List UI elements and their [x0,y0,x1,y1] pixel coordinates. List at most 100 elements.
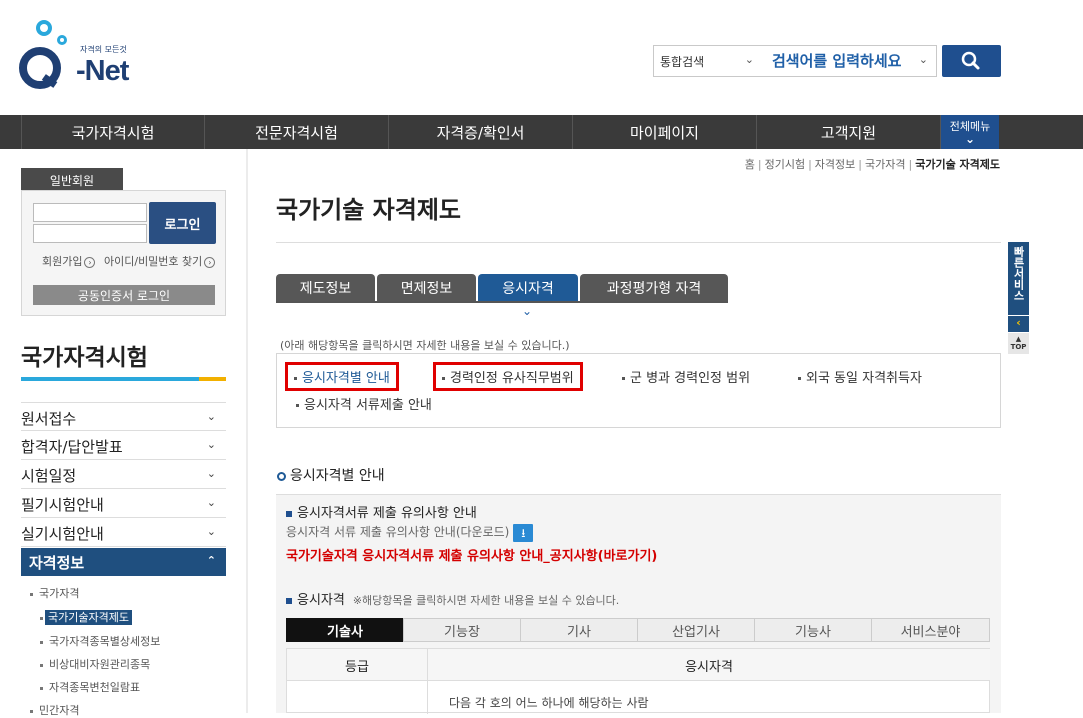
logo-text: -Net [76,55,129,87]
gnb-item-support[interactable]: 고객지원 [757,115,941,149]
breadcrumb-current: 국가기술 자격제도 [915,158,1000,171]
signup-link[interactable]: 회원가입 › [42,253,96,269]
signup-label: 회원가입 [42,255,83,268]
sub-item-detail-info[interactable]: 국가자격종목별상세정보 [40,633,160,649]
sub-item-emergency[interactable]: 비상대비자원관리종목 [40,656,150,672]
click-hint: (아래 해당항목을 클릭하시면 자세한 내용을 보실 수 있습니다.) [280,339,570,352]
link-foreign-qualification[interactable]: 외국 동일 자격취득자 [798,367,922,386]
sidebar-item-application[interactable]: 원서접수 ⌄ [21,402,226,431]
find-account-link[interactable]: 아이디/비밀번호 찾기 › [104,253,216,269]
notice-shortcut-link[interactable]: 국가기술자격 응시자격서류 제출 유의사항 안내_공지사항(바로가기) [286,545,657,564]
download-icon[interactable]: ⭳ [513,523,534,542]
sub-item-national[interactable]: 국가자격 [30,585,79,601]
chevron-down-icon[interactable]: ⌄ [919,53,928,66]
cert-login-button[interactable]: 공동인증서 로그인 [33,285,215,305]
breadcrumb: 홈 | 정기시험 | 자격정보 | 국가자격 | 국가기술 자격제도 [744,158,1000,171]
tab-engineer[interactable]: 기사 [520,618,638,642]
search-icon [961,51,980,70]
grade-tabs: 기술사 기능장 기사 산업기사 기능사 서비스분야 [286,618,990,642]
tab-course-evaluation[interactable]: 과정평가형 자격 [580,274,728,302]
search-input[interactable]: 검색어를 입력하세요 [766,46,934,76]
breadcrumb-home[interactable]: 홈 [745,158,755,171]
square-bullet-icon [286,510,292,517]
login-button[interactable]: 로그인 [149,202,216,244]
link-label: 응시자격 서류제출 안내 [304,398,432,413]
qnet-logo[interactable]: 자격의 모든것 -Net [18,16,133,90]
sidebar-item-qualification-info[interactable]: 자격정보 ⌃ [21,548,226,576]
search-box: 통합검색 ⌄ 검색어를 입력하세요 ⌄ [653,45,937,77]
qualification-note: ※해당항목을 클릭하시면 자세한 내용을 보실 수 있습니다. [352,594,620,607]
global-nav: 국가자격시험 전문자격시험 자격증/확인서 마이페이지 고객지원 전체메뉴 ⌄ [0,115,1083,149]
sidebar-item-label: 합격자/답안발표 [21,438,123,456]
page-title: 국가기술 자격제도 [276,196,461,224]
scroll-top-button[interactable]: ▲ TOP [1008,333,1029,354]
breadcrumb-item[interactable]: 자격정보 [815,158,855,171]
sub-item-technical-system[interactable]: 국가기술자격제도 [40,609,132,625]
sidebar-item-label: 자격정보 [29,554,85,572]
sub-item-label: 국가기술자격제도 [45,610,132,625]
user-id-field[interactable] [33,203,147,222]
tab-master-craftsman[interactable]: 기능장 [403,618,521,642]
breadcrumb-item[interactable]: 정기시험 [765,158,805,171]
table-header-grade: 등급 [287,649,428,681]
link-military-career[interactable]: 군 병과 경력인정 범위 [622,367,750,386]
chevron-left-icon[interactable]: ‹ [1008,315,1029,332]
section-title-label: 응시자격별 안내 [290,468,385,484]
sidebar-item-label: 시험일정 [21,467,77,485]
notice-title: 응시자격서류 제출 유의사항 안내 [286,502,477,521]
notice-download-label: 응시자격 서류 제출 유의사항 안내(다운로드) [286,525,510,539]
password-field[interactable] [33,224,147,243]
table-header-eligibility: 응시자격 [428,649,990,681]
gnb-item-certificate[interactable]: 자격증/확인서 [389,115,573,149]
tab-craftsman[interactable]: 기능사 [754,618,872,642]
chevron-right-icon: › [84,256,96,268]
tab-underline [276,301,728,303]
circle-bullet-icon [277,471,286,481]
sub-item-history[interactable]: 자격종목변천일람표 [40,679,140,695]
gnb-item-professional-exam[interactable]: 전문자격시험 [205,115,389,149]
qualification-header: 응시자격 ※해당항목을 클릭하시면 자세한 내용을 보실 수 있습니다. [286,589,619,608]
title-divider [276,242,1001,243]
gnb-item-national-exam[interactable]: 국가자격시험 [21,115,205,149]
quick-link-box: 응시자격별 안내 경력인정 유사직무범위 군 병과 경력인정 범위 외국 동일 … [276,353,1001,428]
link-eligibility-guide[interactable]: 응시자격별 안내 [285,362,399,391]
quick-service-bar: 빠른서비스 ‹ ▲ TOP [1008,242,1029,354]
chevron-down-icon: ⌄ [522,304,533,318]
sub-item-private[interactable]: 민간자격 [30,702,79,718]
link-label: 군 병과 경력인정 범위 [630,371,751,386]
tab-professional-engineer[interactable]: 기술사 [286,618,404,642]
table-cell-grade [287,681,428,714]
sidebar-title-bar [21,377,226,381]
link-label: 응시자격별 안내 [302,371,390,386]
sidebar-item-results[interactable]: 합격자/답안발표 ⌄ [21,431,226,460]
chevron-down-icon: ⌄ [206,438,216,451]
quick-service-button[interactable]: 빠른서비스 [1008,242,1029,315]
search-type-select[interactable]: 통합검색 ⌄ [654,46,762,76]
sidebar-item-written-exam[interactable]: 필기시험안내 ⌄ [21,489,226,518]
link-document-submission[interactable]: 응시자격 서류제출 안내 [296,394,432,413]
search-button[interactable] [942,45,1001,77]
quick-service-label: 빠른서비스 [1012,246,1025,301]
chevron-down-icon: ⌄ [206,496,216,509]
tab-exemption-info[interactable]: 면제정보 [377,274,476,302]
notice-download-link[interactable]: 응시자격 서류 제출 유의사항 안내(다운로드) ⭳ [286,523,534,542]
gnb-item-mypage[interactable]: 마이페이지 [573,115,757,149]
tab-service-field[interactable]: 서비스분야 [871,618,990,642]
table-cell-eligibility: 다음 각 호의 어느 하나에 해당하는 사람 [449,696,649,710]
tab-industrial-engineer[interactable]: 산업기사 [637,618,755,642]
member-type-tab[interactable]: 일반회원 [21,168,123,190]
sub-item-label: 비상대비자원관리종목 [49,658,151,671]
logo-tagline: 자격의 모든것 [80,45,127,54]
breadcrumb-item[interactable]: 국가자격 [865,158,905,171]
all-menu-button[interactable]: 전체메뉴 ⌄ [941,115,999,149]
link-career-similar-duty[interactable]: 경력인정 유사직무범위 [433,362,583,391]
sidebar-item-practical-exam[interactable]: 실기시험안내 ⌄ [21,518,226,547]
tab-system-info[interactable]: 제도정보 [276,274,375,302]
eligibility-table: 등급 응시자격 다음 각 호의 어느 하나에 해당하는 사람 [286,648,990,714]
chevron-right-icon: › [204,256,216,268]
sidebar-item-schedule[interactable]: 시험일정 ⌄ [21,460,226,489]
chevron-down-icon: ⌄ [206,525,216,538]
tab-eligibility[interactable]: 응시자격 [478,274,578,302]
sub-item-label: 자격종목변천일람표 [49,681,141,694]
sidebar-title: 국가자격시험 [21,345,148,371]
